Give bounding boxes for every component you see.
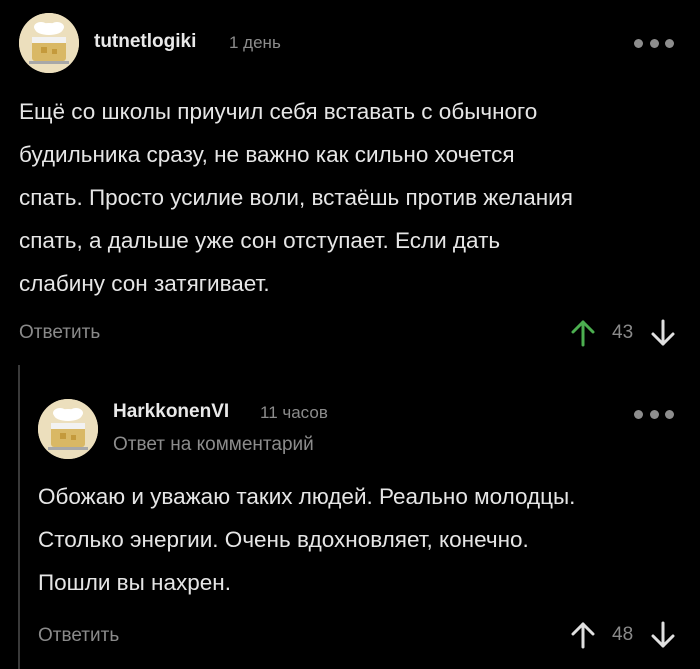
upvote-icon[interactable]	[570, 318, 596, 348]
downvote-icon[interactable]	[650, 620, 676, 650]
timestamp: 1 день	[229, 33, 281, 52]
comment-line: слабину сон затягивает.	[19, 271, 270, 296]
comment-line: будильника сразу, не важно как сильно хо…	[19, 142, 515, 167]
comment-line: Пошли вы нахрен.	[38, 570, 231, 595]
downvote-icon[interactable]	[650, 318, 676, 348]
vote-controls: 48	[570, 620, 676, 650]
comment-line: Обожаю и уважаю таких людей. Реально мол…	[38, 484, 576, 509]
cake-avatar-icon	[38, 399, 98, 459]
comment: tutnetlogiki 1 день Ещё со школы приучил…	[0, 0, 700, 360]
timestamp: 11 часов	[260, 403, 328, 422]
more-dots-icon[interactable]	[634, 38, 674, 48]
avatar[interactable]	[19, 13, 79, 73]
comment-line: спать. Просто усилие воли, встаёшь проти…	[19, 185, 573, 210]
comment-line: Столько энергии. Очень вдохновляет, коне…	[38, 527, 529, 552]
reply-button[interactable]: Ответить	[19, 322, 100, 344]
upvote-icon[interactable]	[570, 620, 596, 650]
reply-button[interactable]: Ответить	[38, 625, 119, 647]
comment-line: спать, а дальше уже сон отступает. Если …	[19, 228, 501, 253]
username[interactable]: tutnetlogiki	[94, 31, 196, 53]
comment: HarkkonenVI 11 часов Ответ на комментари…	[0, 360, 700, 669]
avatar[interactable]	[38, 399, 98, 459]
reply-to-label[interactable]: Ответ на комментарий	[113, 434, 314, 456]
vote-controls: 43	[570, 318, 676, 348]
comment-text: Ещё со школы приучил себя вставать с обы…	[19, 90, 679, 305]
score: 43	[612, 322, 634, 343]
score: 48	[612, 624, 634, 645]
comment-line: Ещё со школы приучил себя вставать с обы…	[19, 99, 538, 124]
comment-text: Обожаю и уважаю таких людей. Реально мол…	[38, 475, 678, 604]
username[interactable]: HarkkonenVI	[113, 401, 229, 423]
more-dots-icon[interactable]	[634, 409, 674, 419]
cake-avatar-icon	[19, 13, 79, 73]
